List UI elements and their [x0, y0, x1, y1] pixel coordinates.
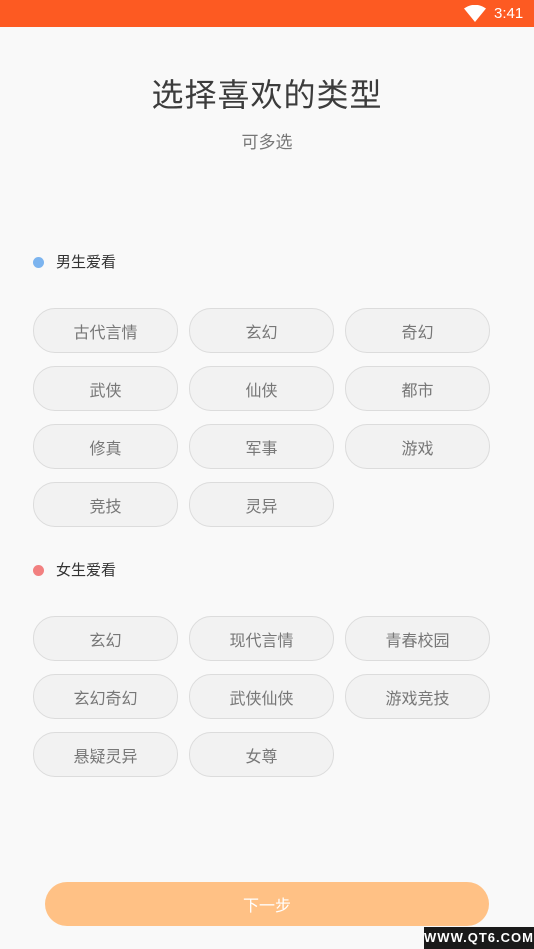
- tag-chip[interactable]: 武侠: [33, 366, 178, 411]
- tag-chip[interactable]: 玄幻: [33, 616, 178, 661]
- status-time: 3:41: [494, 5, 524, 22]
- next-step-button[interactable]: 下一步: [45, 882, 489, 926]
- status-bar: 3:41: [0, 0, 534, 27]
- section-label: 女生爱看: [56, 561, 117, 579]
- tag-chip[interactable]: 奇幻: [345, 308, 490, 353]
- tag-chip[interactable]: 游戏: [345, 424, 490, 469]
- tag-chip[interactable]: 游戏竞技: [345, 674, 490, 719]
- tag-chip[interactable]: 女尊: [189, 732, 334, 777]
- tag-chip[interactable]: 竞技: [33, 482, 178, 527]
- tag-chip[interactable]: 悬疑灵异: [33, 732, 178, 777]
- tag-chip[interactable]: 武侠仙侠: [189, 674, 334, 719]
- watermark-logo: WWW.QT6.COM: [424, 927, 534, 949]
- section-header-female: 女生爱看: [33, 558, 116, 582]
- tag-chip[interactable]: 都市: [345, 366, 490, 411]
- tag-chip[interactable]: 修真: [33, 424, 178, 469]
- tag-chip[interactable]: 玄幻奇幻: [33, 674, 178, 719]
- tag-chip[interactable]: 现代言情: [189, 616, 334, 661]
- section-dot: [33, 256, 44, 268]
- page-subtitle: 可多选: [241, 133, 293, 153]
- tag-chip[interactable]: 古代言情: [33, 308, 178, 353]
- wifi-icon: [464, 5, 486, 22]
- section-label: 男生爱看: [56, 253, 117, 271]
- tag-grid-male: 古代言情 玄幻 奇幻 武侠 仙侠 都市 修真 军事 游戏 竞技 灵异: [33, 308, 490, 527]
- tag-chip[interactable]: 军事: [189, 424, 334, 469]
- tag-chip[interactable]: 青春校园: [345, 616, 490, 661]
- tag-chip[interactable]: 玄幻: [189, 308, 334, 353]
- page-title: 选择喜欢的类型: [151, 76, 383, 114]
- tag-grid-female: 玄幻 现代言情 青春校园 玄幻奇幻 武侠仙侠 游戏竞技 悬疑灵异 女尊: [33, 616, 490, 777]
- section-dot: [33, 564, 44, 576]
- section-header-male: 男生爱看: [33, 250, 116, 274]
- tag-chip[interactable]: 灵异: [189, 482, 334, 527]
- tag-chip[interactable]: 仙侠: [189, 366, 334, 411]
